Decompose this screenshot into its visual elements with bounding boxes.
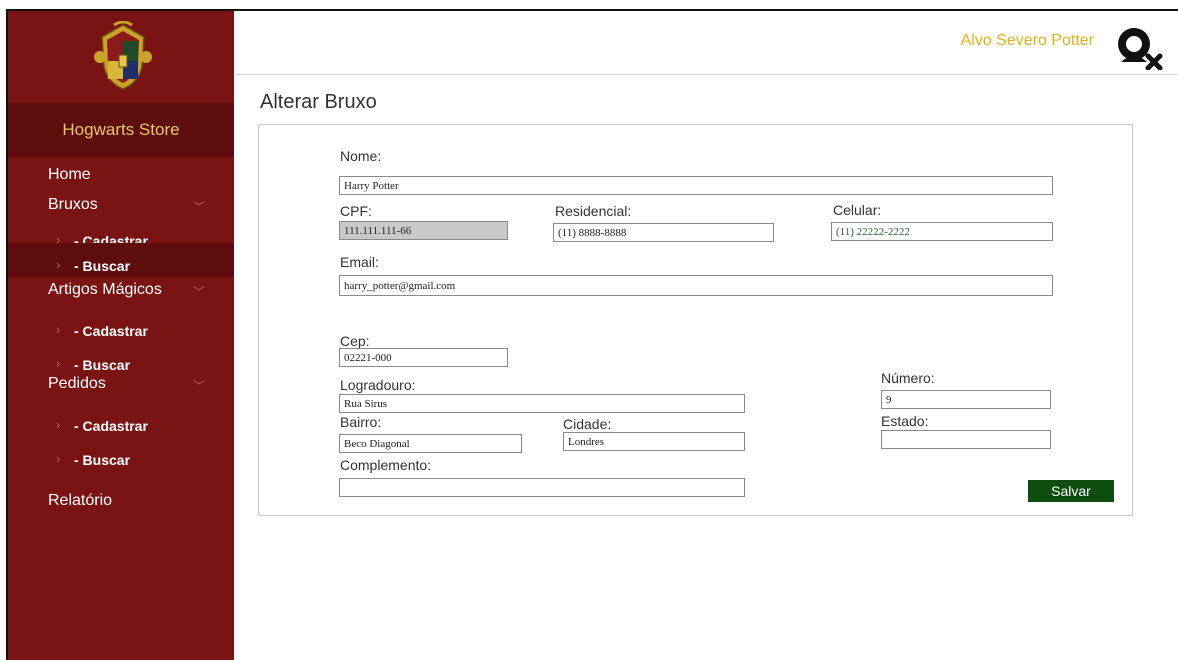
nav-artigos-buscar-label: - Buscar xyxy=(74,357,131,373)
user-name[interactable]: Alvo Severo Potter xyxy=(961,32,1094,50)
nav-bruxos-buscar-label: - Buscar xyxy=(74,258,131,274)
nav-relatorio[interactable]: Relatório xyxy=(48,492,112,510)
cpf-field[interactable] xyxy=(339,221,508,240)
nav-pedidos-buscar[interactable]: › - Buscar xyxy=(8,444,234,478)
chevron-down-icon[interactable]: ﹀ xyxy=(193,377,205,394)
nome-label: Nome: xyxy=(340,148,382,164)
nav-home[interactable]: Home xyxy=(48,166,91,184)
nav-bruxos-buscar[interactable]: › - Buscar xyxy=(8,243,234,277)
cidade-label: Cidade: xyxy=(563,416,612,432)
nav-artigos-cadastrar[interactable]: › - Cadastrar xyxy=(8,315,234,349)
nav-pedidos[interactable]: Pedidos xyxy=(48,375,106,393)
hogwarts-crest-icon xyxy=(94,21,152,90)
nav-pedidos-buscar-label: - Buscar xyxy=(74,452,131,468)
numero-label: Número: xyxy=(881,370,935,386)
chevron-down-icon[interactable]: ﹀ xyxy=(193,198,205,215)
estado-field[interactable] xyxy=(881,430,1051,449)
page-title: Alterar Bruxo xyxy=(260,91,377,113)
complemento-field[interactable] xyxy=(339,478,745,497)
email-field[interactable] xyxy=(339,275,1053,296)
nome-field[interactable] xyxy=(339,176,1053,195)
store-title: Hogwarts Store xyxy=(62,120,180,139)
numero-field[interactable] xyxy=(881,390,1051,409)
top-bar: Alvo Severo Potter xyxy=(236,11,1178,75)
residencial-field[interactable] xyxy=(553,223,774,242)
email-label: Email: xyxy=(340,254,379,270)
chevron-right-icon: › xyxy=(56,356,61,371)
estado-label: Estado: xyxy=(881,413,929,429)
nav-artigos[interactable]: Artigos Mágicos xyxy=(48,281,162,299)
cidade-field[interactable] xyxy=(563,432,745,451)
logradouro-field[interactable] xyxy=(339,394,745,413)
bairro-field[interactable] xyxy=(339,434,522,453)
chevron-right-icon: › xyxy=(56,322,61,337)
logradouro-label: Logradouro: xyxy=(340,377,416,393)
nav-bruxos[interactable]: Bruxos xyxy=(48,196,98,214)
cep-field[interactable] xyxy=(339,348,508,367)
store-banner[interactable]: Hogwarts Store xyxy=(8,103,234,157)
nav-pedidos-cadastrar[interactable]: › - Cadastrar xyxy=(8,410,234,444)
save-button[interactable]: Salvar xyxy=(1028,480,1114,502)
nav-pedidos-cadastrar-label: - Cadastrar xyxy=(74,418,148,434)
chevron-down-icon[interactable]: ﹀ xyxy=(193,283,205,300)
chevron-right-icon: › xyxy=(56,451,61,466)
celular-field[interactable] xyxy=(831,222,1053,241)
user-remove-icon[interactable] xyxy=(1112,22,1166,70)
chevron-right-icon: › xyxy=(56,257,61,272)
celular-label: Celular: xyxy=(833,202,882,218)
complemento-label: Complemento: xyxy=(340,457,432,473)
cep-label: Cep: xyxy=(340,333,370,349)
bairro-label: Bairro: xyxy=(340,414,382,430)
chevron-right-icon: › xyxy=(56,417,61,432)
residencial-label: Residencial: xyxy=(555,203,632,219)
cpf-label: CPF: xyxy=(340,203,372,219)
sidebar: Hogwarts Store Home Bruxos ﹀ › - Cadastr… xyxy=(8,11,234,660)
nav-artigos-cadastrar-label: - Cadastrar xyxy=(74,323,148,339)
